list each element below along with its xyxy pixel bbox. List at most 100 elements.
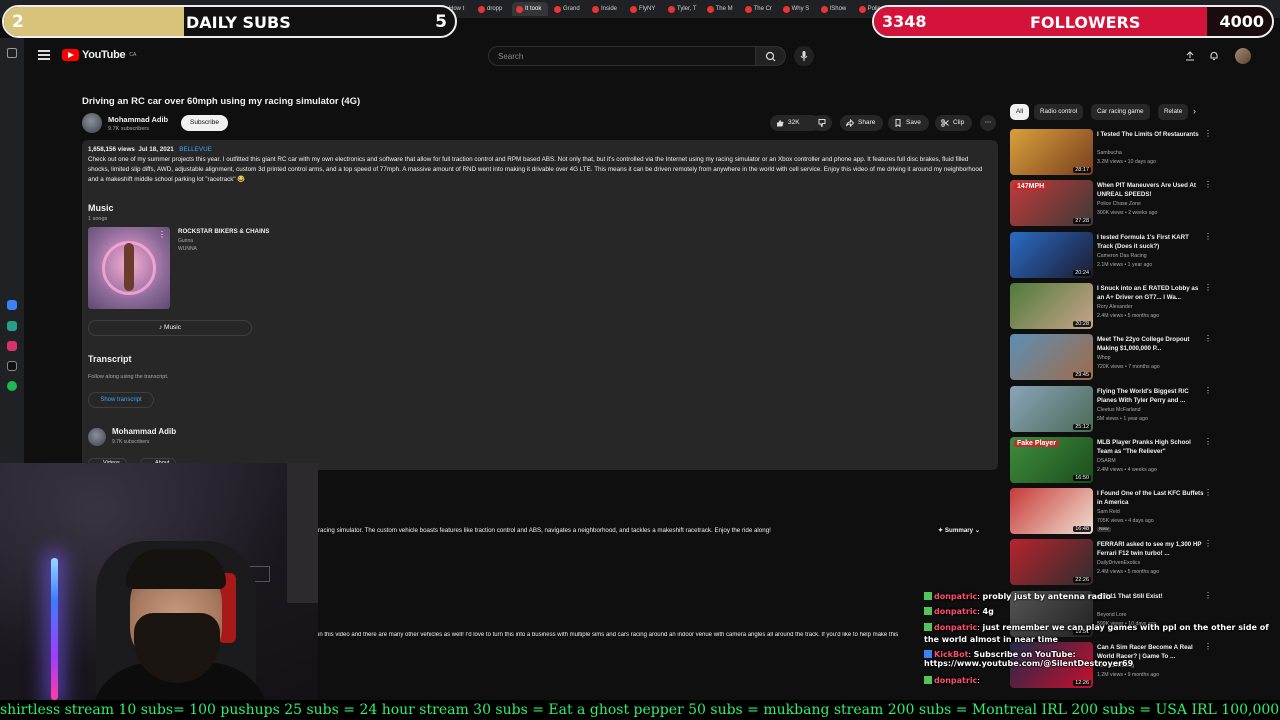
chat-username[interactable]: donpatric (934, 592, 977, 601)
more-options-icon[interactable]: ⋮ (1204, 539, 1212, 548)
recommended-video[interactable]: 20:28 I Snuck into an E RATED Lobby as an… (1010, 282, 1215, 329)
music-button[interactable]: ♪ Music (88, 320, 252, 336)
browser-tab[interactable]: Inside (588, 2, 624, 16)
recommended-video[interactable]: 22:26 FERRARI asked to see my 1,300 HP Fe… (1010, 539, 1215, 586)
video-thumbnail[interactable]: 20:24 (1010, 231, 1093, 278)
search-button[interactable] (756, 46, 786, 66)
chat-badge-icon (924, 676, 932, 684)
more-options-icon[interactable]: ⋮ (1204, 386, 1212, 395)
more-options-icon[interactable]: ⋮ (1204, 437, 1212, 446)
recommended-video[interactable]: 16:48 I Found One of the Last KFC Buffets… (1010, 488, 1215, 535)
video-channel[interactable]: DSARM (1097, 458, 1116, 464)
browser-tab[interactable]: The Cr (741, 2, 777, 16)
spotify-icon[interactable] (7, 381, 17, 391)
browser-tab[interactable]: Why S (779, 2, 815, 16)
clip-button[interactable]: Clip (935, 115, 973, 131)
video-thumbnail[interactable]: 20:28 (1010, 282, 1093, 329)
video-duration: 20:24 (1073, 269, 1091, 276)
recommended-video[interactable]: Fake Player 16:50 MLB Player Pranks High S… (1010, 436, 1215, 483)
browser-tab[interactable]: dropp (474, 2, 510, 16)
chip-car-racing-game[interactable]: Car racing game (1091, 104, 1150, 120)
x-icon[interactable] (7, 361, 17, 371)
video-thumbnail[interactable]: 28:17 (1010, 129, 1093, 175)
app-icon-2[interactable] (7, 321, 17, 331)
chat-username[interactable]: KickBot (934, 650, 968, 659)
video-thumbnail[interactable]: 147MPH 27:28 (1010, 180, 1093, 227)
description-box[interactable]: 1,658,156 views Jul 18, 2021 BELLEVUE Ch… (82, 140, 998, 470)
dislike-button[interactable] (812, 115, 832, 131)
browser-tab[interactable]: Tyler, T (664, 2, 701, 16)
video-thumbnail[interactable]: 25:12 (1010, 385, 1093, 432)
star-icon[interactable] (7, 48, 17, 58)
channel-card-name[interactable]: Mohammad Adib (112, 427, 176, 436)
chevron-right-icon[interactable]: › (1193, 106, 1196, 116)
recommended-video[interactable]: 147MPH 27:28 When PIT Maneuvers Are Used A… (1010, 180, 1215, 227)
video-channel[interactable]: Police Chase Zone (1097, 201, 1141, 207)
video-title[interactable]: When PIT Maneuvers Are Used At UNREAL SP… (1097, 181, 1205, 199)
chat-link[interactable]: https://www.youtube.com/@SilentDestroyer… (924, 659, 1133, 668)
video-channel[interactable]: Sambucha (1097, 150, 1122, 156)
video-title[interactable]: I Snuck into an E RATED Lobby as an A+ D… (1097, 284, 1205, 302)
channel-name[interactable]: Mohammad Adib (108, 115, 168, 124)
chat-username[interactable]: donpatric (934, 623, 977, 632)
location-tag[interactable]: BELLEVUE (179, 146, 212, 153)
browser-tab[interactable]: It took (512, 2, 548, 16)
channel-card-avatar[interactable] (88, 428, 106, 446)
video-title[interactable]: Meet The 22yo College Dropout Making $1,… (1097, 335, 1205, 353)
video-title[interactable]: I Found One of the Last KFC Buffets in A… (1097, 489, 1205, 507)
video-thumbnail[interactable]: 22:26 (1010, 539, 1093, 586)
chat-username[interactable]: donpatric (934, 676, 977, 685)
upload-icon[interactable] (1185, 51, 1195, 61)
video-channel[interactable]: Cleetus McFarland (1097, 407, 1141, 413)
chip-all[interactable]: All (1010, 104, 1029, 120)
chip-related[interactable]: Relate (1158, 104, 1188, 120)
search-input[interactable]: Search (488, 46, 756, 66)
browser-tab[interactable]: Grand (550, 2, 586, 16)
show-transcript-button[interactable]: Show transcript (88, 392, 154, 408)
browser-tab[interactable]: The M (703, 2, 739, 16)
video-title[interactable]: FERRARI asked to see my 1,300 HP Ferrari… (1097, 540, 1205, 558)
video-channel[interactable]: Sam Reid (1097, 509, 1120, 515)
browser-tab[interactable]: FlyNY (626, 2, 662, 16)
instagram-icon[interactable] (7, 341, 17, 351)
more-options-icon[interactable]: ⋮ (1204, 334, 1212, 343)
browser-tab[interactable]: IShow (817, 2, 853, 16)
app-icon-1[interactable] (7, 300, 17, 310)
recommended-video[interactable]: 25:12 Flying The World's Biggest R/C Plan… (1010, 385, 1215, 432)
account-avatar[interactable] (1235, 48, 1251, 64)
chip-radio-control[interactable]: Radio control (1034, 104, 1084, 120)
recommended-video[interactable]: 29:45 Meet The 22yo College Dropout Makin… (1010, 334, 1215, 381)
menu-icon[interactable] (38, 50, 50, 60)
recommended-video[interactable]: 28:17 I Tested The Limits Of Restaurants S… (1010, 129, 1215, 175)
tab-favicon-icon (630, 5, 637, 13)
song-menu-icon[interactable]: ⋮ (158, 230, 166, 239)
chat-username[interactable]: donpatric (934, 607, 977, 616)
channel-avatar[interactable] (82, 113, 102, 133)
video-thumbnail[interactable]: Fake Player 16:50 (1010, 436, 1093, 483)
save-button[interactable]: Save (888, 115, 929, 131)
video-thumbnail[interactable]: 29:45 (1010, 334, 1093, 381)
album-art[interactable]: ⋮ (88, 227, 170, 309)
more-options-icon[interactable]: ⋮ (1204, 180, 1212, 189)
video-channel[interactable]: Cameron Das Racing (1097, 253, 1147, 259)
video-thumbnail[interactable]: 16:48 (1010, 488, 1093, 535)
video-channel[interactable]: DailyDrivenExotics (1097, 560, 1140, 566)
youtube-logo[interactable]: YouTube CA (62, 49, 136, 61)
more-options-icon[interactable]: ⋮ (1204, 488, 1212, 497)
more-options-icon[interactable]: ⋮ (1204, 232, 1212, 241)
subscribe-button[interactable]: Subscribe (181, 115, 228, 131)
more-options-icon[interactable]: ⋮ (1204, 129, 1212, 138)
bell-icon[interactable] (1209, 51, 1219, 61)
voice-search-button[interactable] (794, 46, 814, 66)
share-button[interactable]: Share (840, 115, 884, 131)
video-channel[interactable]: Whop (1097, 355, 1111, 361)
video-title[interactable]: I Tested The Limits Of Restaurants (1097, 130, 1205, 139)
more-actions-button[interactable]: ⋯ (980, 115, 996, 131)
video-title[interactable]: I tested Formula 1's First KART Track (D… (1097, 233, 1205, 251)
video-title[interactable]: MLB Player Pranks High School Team as "T… (1097, 438, 1205, 456)
recommended-video[interactable]: 20:24 I tested Formula 1's First KART Tra… (1010, 231, 1215, 278)
summary-toggle[interactable]: ✦ Summary ⌄ (938, 527, 980, 534)
video-title[interactable]: Flying The World's Biggest R/C Planes Wi… (1097, 387, 1205, 405)
video-channel[interactable]: Rory Alexander (1097, 304, 1132, 310)
more-options-icon[interactable]: ⋮ (1204, 283, 1212, 292)
